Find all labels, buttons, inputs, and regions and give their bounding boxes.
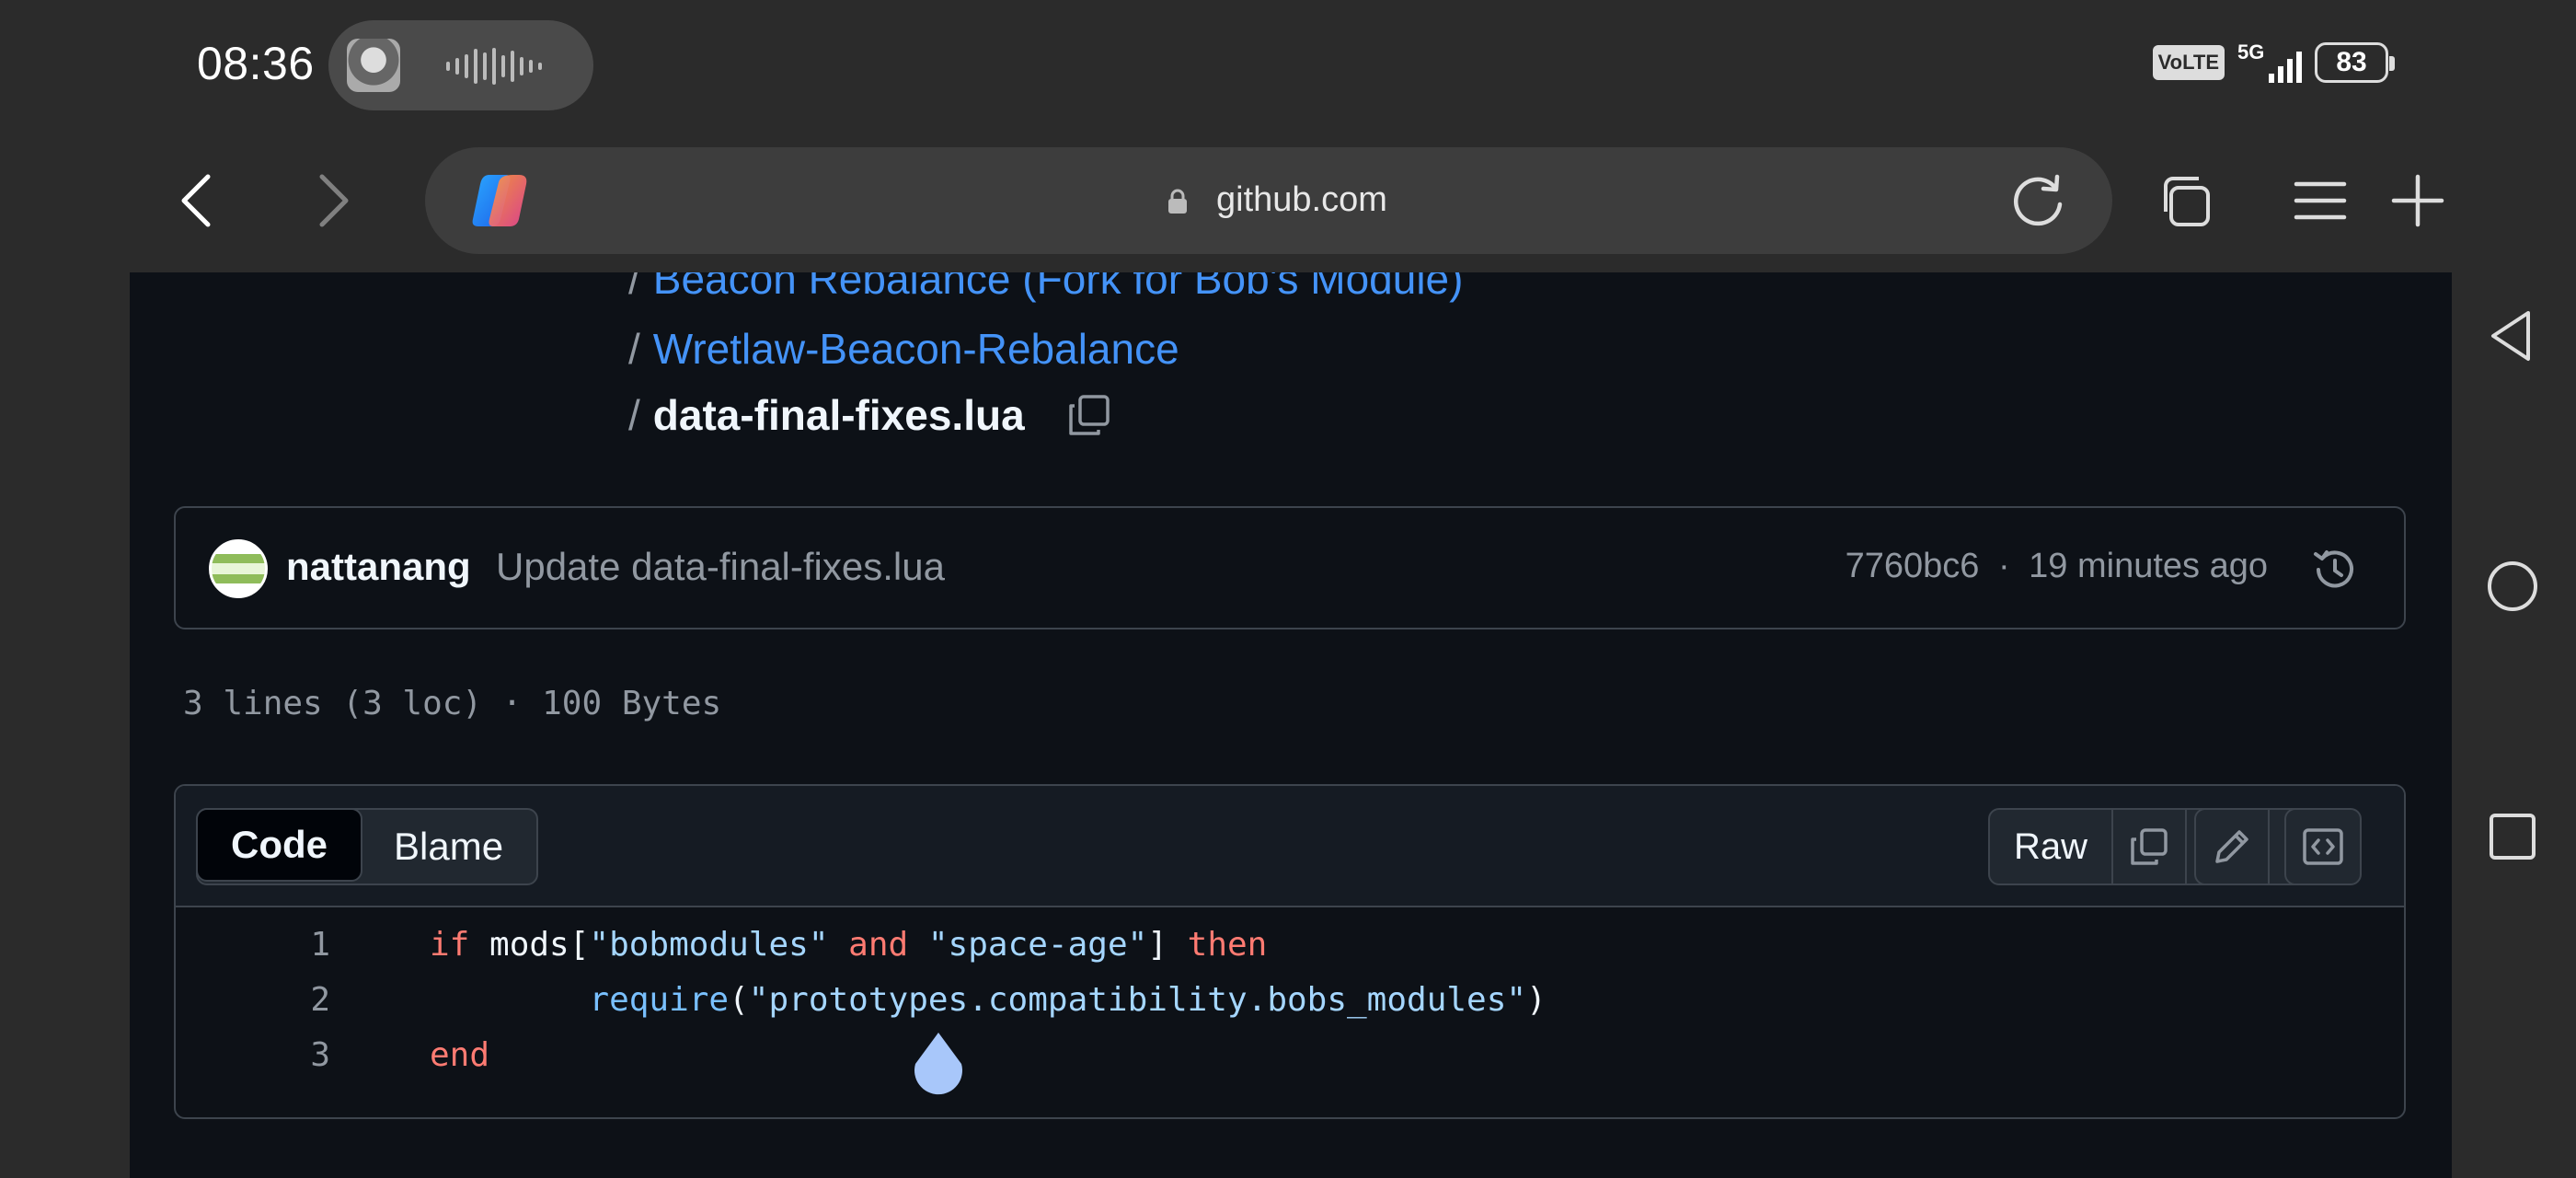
file-info: 3 lines (3 loc) · 100 Bytes xyxy=(183,685,722,722)
nav-home-icon[interactable] xyxy=(2484,558,2541,615)
breadcrumb-link[interactable]: Wretlaw-Beacon-Rebalance xyxy=(653,325,1179,373)
pencil-icon xyxy=(2215,830,2248,863)
code-viewer: Code Blame Raw 1 if mods["bobmodules" an… xyxy=(174,784,2406,1119)
volte-icon: VoLTE xyxy=(2152,45,2225,80)
reload-icon[interactable] xyxy=(2011,173,2066,228)
status-time: 08:36 xyxy=(197,38,315,89)
tab-blame[interactable]: Blame xyxy=(361,810,536,884)
audio-waveform-icon xyxy=(446,48,542,85)
breadcrumb-item[interactable]: / Beacon Rebalance (Fork for Bob's Module… xyxy=(628,272,1463,304)
battery-icon: 83 xyxy=(2315,42,2395,83)
symbols-button[interactable] xyxy=(2284,808,2362,885)
text-cursor-handle-icon[interactable] xyxy=(910,1031,967,1095)
tab-code[interactable]: Code xyxy=(196,808,362,882)
code-text: end xyxy=(430,1036,489,1074)
network-type-label: 5G xyxy=(2237,40,2265,64)
code-line: 2 require("prototypes.compatibility.bobs… xyxy=(176,972,2404,1027)
code-symbols-icon xyxy=(2303,828,2343,865)
nav-recents-icon[interactable] xyxy=(2484,808,2541,865)
identifier-token: ] xyxy=(1147,925,1188,964)
keyword-token: and xyxy=(828,925,928,964)
code-text: if mods["bobmodules" and "space-age"] th… xyxy=(430,926,1267,964)
url-text[interactable]: github.com xyxy=(1216,180,1387,220)
keyword-token: then xyxy=(1187,925,1268,964)
lock-icon xyxy=(1168,189,1187,214)
nav-back-icon[interactable] xyxy=(2484,307,2541,364)
code-body: 1 if mods["bobmodules" and "space-age"] … xyxy=(176,907,2404,1082)
github-page: / Beacon Rebalance (Fork for Bob's Module… xyxy=(130,272,2452,1178)
line-number[interactable]: 2 xyxy=(176,981,330,1019)
copy-icon xyxy=(2131,828,2168,865)
code-viewer-header: Code Blame Raw xyxy=(176,786,2404,907)
menu-icon[interactable] xyxy=(2291,171,2350,230)
copilot-icon[interactable] xyxy=(471,171,532,230)
function-token: require xyxy=(589,980,730,1019)
copy-path-icon[interactable] xyxy=(1065,391,1113,439)
signal-icon: 5G xyxy=(2237,40,2302,83)
history-icon[interactable] xyxy=(2310,545,2360,595)
file-name: data-final-fixes.lua xyxy=(652,391,1025,439)
string-token: "bobmodules" xyxy=(589,925,829,964)
line-number[interactable]: 1 xyxy=(176,926,330,964)
avatar[interactable] xyxy=(209,539,268,598)
code-text: require("prototypes.compatibility.bobs_m… xyxy=(430,980,1547,1019)
media-playback-pill[interactable] xyxy=(328,20,593,110)
meta-separator: · xyxy=(1997,547,2010,585)
raw-button[interactable]: Raw xyxy=(1990,810,2114,884)
edit-button[interactable] xyxy=(2196,810,2270,884)
address-bar[interactable]: github.com xyxy=(425,147,2112,254)
punct-token: ) xyxy=(1526,980,1547,1019)
commit-time: 19 minutes ago xyxy=(2029,547,2268,585)
commit-sha[interactable]: 7760bc6 xyxy=(1846,547,1980,585)
breadcrumb-current-file: / data-final-fixes.lua xyxy=(628,390,1113,440)
back-icon[interactable] xyxy=(175,171,221,230)
commit-message[interactable]: Update data-final-fixes.lua xyxy=(496,545,945,589)
code-line: 1 if mods["bobmodules" and "space-age"] … xyxy=(176,917,2404,972)
breadcrumb-link[interactable]: Beacon Rebalance (Fork for Bob's Module) xyxy=(653,272,1464,303)
commit-meta: 7760bc6 · 19 minutes ago xyxy=(1846,547,2268,586)
system-navigation xyxy=(2451,272,2576,1178)
new-tab-icon[interactable] xyxy=(2388,171,2447,230)
copy-raw-button[interactable] xyxy=(2113,810,2188,884)
string-token: "space-age" xyxy=(927,925,1148,964)
forward-icon[interactable] xyxy=(309,171,355,230)
system-status-icons: VoLTE 5G 83 xyxy=(2152,40,2395,83)
breadcrumb-separator: / xyxy=(628,272,640,303)
latest-commit-bar: nattanang Update data-final-fixes.lua 77… xyxy=(174,506,2406,629)
breadcrumb-separator: / xyxy=(628,391,640,439)
punct-token: ( xyxy=(729,980,749,1019)
line-number[interactable]: 3 xyxy=(176,1036,330,1074)
string-token: "prototypes.compatibility.bobs_modules" xyxy=(748,980,1527,1019)
code-line: 3 end xyxy=(176,1027,2404,1082)
keyword-token: if xyxy=(430,925,470,964)
tabs-icon[interactable] xyxy=(2158,171,2217,230)
breadcrumb-item[interactable]: / Wretlaw-Beacon-Rebalance xyxy=(628,324,1179,374)
view-mode-toggle: Code Blame xyxy=(196,808,539,885)
media-thumbnail xyxy=(347,39,400,92)
commit-author[interactable]: nattanang xyxy=(286,545,471,589)
keyword-token: end xyxy=(430,1035,490,1074)
identifier-token: mods[ xyxy=(469,925,590,964)
breadcrumb-separator: / xyxy=(628,325,640,373)
